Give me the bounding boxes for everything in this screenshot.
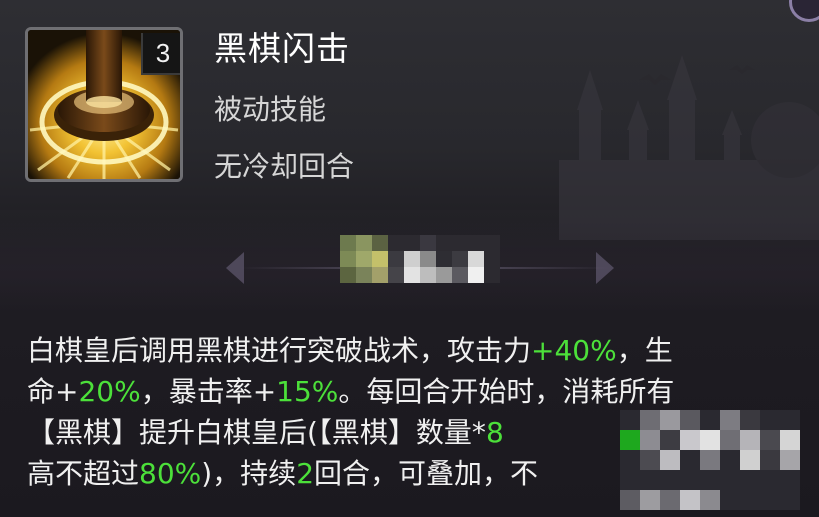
desc-highlight: 20% — [78, 375, 141, 408]
divider-arrow-right-icon — [596, 252, 614, 284]
desc-highlight: 15% — [276, 375, 339, 408]
desc-text: 高不超过 — [27, 457, 140, 490]
desc-highlight: 2 — [296, 457, 315, 490]
description-line-1: 白棋皇后调用黑棋进行突破战术，攻击力+40%，生 — [27, 330, 807, 371]
desc-text: 【黑棋】提升白棋皇后(【黑棋】数量* — [27, 416, 486, 449]
desc-text: ，生 — [616, 334, 673, 367]
description-line-2: 命+20%，暴击率+15%。每回合开始时，消耗所有 — [27, 371, 807, 412]
skill-level-badge: 3 — [141, 33, 180, 75]
desc-highlight: +40% — [531, 334, 617, 367]
desc-text: 命+ — [27, 375, 79, 408]
desc-highlight: 8 — [485, 416, 504, 449]
desc-text: ，暴击率+ — [140, 375, 277, 408]
skill-icon-frame[interactable]: 3 — [25, 27, 183, 182]
desc-text: 白棋皇后调用黑棋进行突破战术，攻击力 — [27, 334, 532, 367]
desc-text: 。每回合开始时，消耗所有 — [338, 375, 675, 408]
divider-arrow-left-icon — [226, 252, 244, 284]
skill-cooldown: 无冷却回合 — [214, 150, 355, 183]
pixelated-watermark — [340, 235, 500, 283]
skill-type: 被动技能 — [214, 93, 327, 126]
desc-highlight: 80% — [139, 457, 202, 490]
castle-silhouette — [559, 55, 819, 240]
desc-text: )，持续 — [201, 457, 297, 490]
skill-name: 黑棋闪击 — [214, 29, 350, 68]
skill-tooltip-panel: 3 黑棋闪击 被动技能 无冷却回合 白棋皇后调用黑棋进行突破战术，攻击力+40%… — [0, 0, 819, 517]
pixelated-censor — [620, 410, 800, 510]
desc-text: 回合，可叠加，不 — [314, 457, 539, 490]
